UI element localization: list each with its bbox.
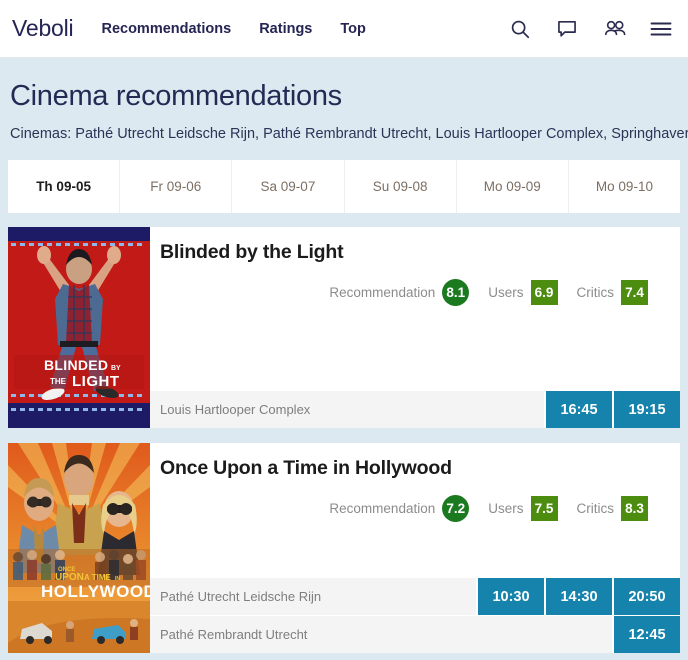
critics-score: 8.3 bbox=[621, 495, 648, 521]
page-title: Cinema recommendations bbox=[10, 80, 342, 112]
movie-title[interactable]: Once Upon a Time in Hollywood bbox=[160, 457, 668, 480]
showtime-button[interactable]: 16:45 bbox=[544, 391, 612, 429]
chat-bubble-icon[interactable] bbox=[554, 16, 580, 42]
movie-card: BLINDED BY THE LIGHT Blinded by the Ligh… bbox=[8, 227, 680, 429]
nav-link-top[interactable]: Top bbox=[340, 21, 366, 37]
cinema-name: Louis Hartlooper Complex bbox=[160, 402, 311, 418]
svg-text:BLINDED: BLINDED bbox=[44, 357, 108, 373]
nav-links: Recommendations Ratings Top bbox=[101, 21, 507, 37]
nav-link-ratings[interactable]: Ratings bbox=[259, 21, 312, 37]
showtime-rows: Pathé Utrecht Leidsche Rijn 10:30 14:30 … bbox=[150, 577, 680, 654]
movie-card-body: Blinded by the Light Recommendation 8.1 … bbox=[150, 227, 680, 429]
page-header: Cinema recommendations Cinemas: Pathé Ut… bbox=[0, 58, 688, 144]
svg-text:THE: THE bbox=[50, 377, 67, 386]
showtime-row: Louis Hartlooper Complex 16:45 19:15 bbox=[150, 390, 680, 429]
movie-title[interactable]: Blinded by the Light bbox=[160, 241, 668, 264]
rating-group: Recommendation 8.1 Users 6.9 Critics 7.4 bbox=[160, 278, 668, 306]
users-label: Users bbox=[488, 284, 524, 300]
movie-card-list: BLINDED BY THE LIGHT Blinded by the Ligh… bbox=[8, 227, 680, 654]
showtime-row: Pathé Rembrandt Utrecht 12:45 bbox=[150, 615, 680, 654]
showtime-placeholder bbox=[476, 616, 544, 653]
nav-icon-group bbox=[507, 16, 674, 42]
search-icon[interactable] bbox=[507, 16, 533, 42]
showtime-button[interactable]: 19:15 bbox=[612, 391, 680, 429]
date-tab-bar: Th 09-05 Fr 09-06 Sa 09-07 Su 09-08 Mo 0… bbox=[8, 160, 680, 214]
top-navbar: Veboli Recommendations Ratings Top bbox=[0, 0, 688, 58]
critics-label: Critics bbox=[576, 284, 615, 300]
date-tab-su-09-08[interactable]: Su 09-08 bbox=[345, 160, 457, 214]
date-tab-sa-09-07[interactable]: Sa 09-07 bbox=[232, 160, 345, 214]
showtime-buttons: 10:30 14:30 20:50 bbox=[476, 578, 680, 616]
cinema-name: Pathé Utrecht Leidsche Rijn bbox=[160, 589, 322, 605]
showtime-placeholder bbox=[544, 616, 612, 653]
movie-poster-once-upon-a-time-in-hollywood[interactable]: ONCE UPON A TIME IN HOLLYWOOD bbox=[8, 443, 150, 654]
recommendation-score: 8.1 bbox=[442, 278, 470, 306]
hamburger-menu-icon[interactable] bbox=[648, 16, 674, 42]
critics-score: 7.4 bbox=[621, 279, 648, 305]
showtime-button[interactable]: 20:50 bbox=[612, 578, 680, 616]
users-label: Users bbox=[488, 500, 524, 516]
showtime-rows: Louis Hartlooper Complex 16:45 19:15 bbox=[150, 390, 680, 429]
showtime-buttons: 16:45 19:15 bbox=[544, 391, 680, 429]
movie-info: Once Upon a Time in Hollywood Recommenda… bbox=[150, 443, 680, 577]
svg-text:LIGHT: LIGHT bbox=[72, 373, 120, 390]
showtime-row: Pathé Utrecht Leidsche Rijn 10:30 14:30 … bbox=[150, 577, 680, 616]
date-tab-fr-09-06[interactable]: Fr 09-06 bbox=[120, 160, 233, 214]
movie-card-body: Once Upon a Time in Hollywood Recommenda… bbox=[150, 443, 680, 654]
nav-link-recommendations[interactable]: Recommendations bbox=[101, 21, 231, 37]
brand-logo[interactable]: Veboli bbox=[12, 15, 74, 42]
people-icon[interactable] bbox=[601, 16, 627, 42]
users-score: 7.5 bbox=[530, 495, 558, 521]
showtime-button[interactable]: 10:30 bbox=[476, 578, 544, 616]
showtime-buttons: 12:45 bbox=[476, 616, 680, 654]
recommendation-label: Recommendation bbox=[329, 284, 436, 300]
movie-info: Blinded by the Light Recommendation 8.1 … bbox=[150, 227, 680, 390]
critics-label: Critics bbox=[576, 500, 615, 516]
cinema-name: Pathé Rembrandt Utrecht bbox=[160, 627, 308, 643]
recommendation-score: 7.2 bbox=[442, 494, 470, 522]
users-score: 6.9 bbox=[530, 279, 558, 305]
movie-card: ONCE UPON A TIME IN HOLLYWOOD Once Upon … bbox=[8, 443, 680, 654]
date-tab-mo-09-10[interactable]: Mo 09-10 bbox=[569, 160, 680, 213]
movie-poster-blinded-by-the-light[interactable]: BLINDED BY THE LIGHT bbox=[8, 227, 150, 429]
svg-text:A TIME: A TIME bbox=[84, 573, 111, 582]
date-tab-mo-09-09[interactable]: Mo 09-09 bbox=[457, 160, 569, 214]
svg-text:HOLLYWOOD: HOLLYWOOD bbox=[41, 582, 150, 601]
recommendation-label: Recommendation bbox=[329, 500, 436, 516]
date-tab-th-09-05[interactable]: Th 09-05 bbox=[8, 160, 121, 214]
cinema-list-subtitle: Cinemas: Pathé Utrecht Leidsche Rijn, Pa… bbox=[10, 126, 688, 143]
showtime-button[interactable]: 12:45 bbox=[612, 616, 680, 654]
showtime-button[interactable]: 14:30 bbox=[544, 578, 612, 616]
svg-text:BY: BY bbox=[111, 365, 121, 372]
rating-group: Recommendation 7.2 Users 7.5 Critics 8.3 bbox=[160, 494, 668, 522]
